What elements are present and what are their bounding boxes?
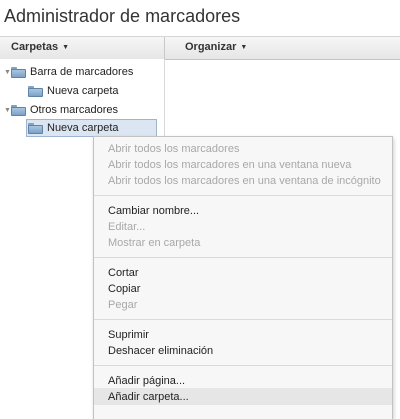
- menu-item-show-in-folder: Mostrar en carpeta: [108, 237, 201, 249]
- menu-separator: [94, 365, 392, 366]
- toolbar-divider: [164, 37, 165, 59]
- menu-item-add-page[interactable]: Añadir página...: [108, 373, 185, 389]
- folders-menu-label: Carpetas: [11, 41, 59, 53]
- menu-item-undo-delete[interactable]: Deshacer eliminación: [108, 343, 213, 359]
- menu-item-delete[interactable]: Suprimir: [108, 327, 149, 343]
- menu-item-cut[interactable]: Cortar: [108, 265, 139, 281]
- organize-menu-button[interactable]: Organizar ▼: [185, 41, 247, 53]
- tree-item-other-bookmarks[interactable]: ▼ Otros marcadores: [0, 101, 164, 120]
- tree-item-bookmarks-bar[interactable]: ▼ Barra de marcadores: [0, 63, 164, 82]
- chevron-down-icon: ▼: [62, 44, 70, 51]
- toolbar: Carpetas ▼ Organizar ▼: [0, 36, 400, 60]
- menu-separator: [94, 319, 392, 320]
- tree-item-label: Otros marcadores: [30, 104, 119, 116]
- menu-item-open-all-incognito: Abrir todos los marcadores en una ventan…: [108, 175, 381, 187]
- tree-item-new-folder[interactable]: Nueva carpeta: [0, 82, 164, 101]
- menu-separator: [94, 195, 392, 196]
- chevron-down-icon: ▼: [240, 44, 248, 51]
- folder-icon: [11, 105, 26, 116]
- folders-menu-button[interactable]: Carpetas ▼: [11, 41, 69, 53]
- menu-separator: [94, 257, 392, 258]
- folder-icon: [11, 67, 26, 78]
- organize-menu-label: Organizar: [185, 41, 237, 53]
- folder-icon: [28, 86, 43, 97]
- menu-item-copy[interactable]: Copiar: [108, 281, 140, 297]
- page-title: Administrador de marcadores: [4, 6, 241, 26]
- menu-item-add-folder[interactable]: Añadir carpeta...: [108, 389, 189, 405]
- menu-item-rename[interactable]: Cambiar nombre...: [108, 203, 199, 219]
- context-menu: Abrir todos los marcadores Abrir todos l…: [93, 136, 393, 419]
- folder-icon: [28, 123, 43, 134]
- menu-item-open-all: Abrir todos los marcadores: [108, 143, 240, 155]
- tree-item-label: Barra de marcadores: [30, 66, 134, 78]
- menu-item-open-all-new-window: Abrir todos los marcadores en una ventan…: [108, 159, 352, 171]
- tree-item-label: Nueva carpeta: [47, 85, 119, 97]
- menu-item-edit: Editar...: [108, 221, 146, 233]
- menu-item-paste: Pegar: [108, 299, 138, 311]
